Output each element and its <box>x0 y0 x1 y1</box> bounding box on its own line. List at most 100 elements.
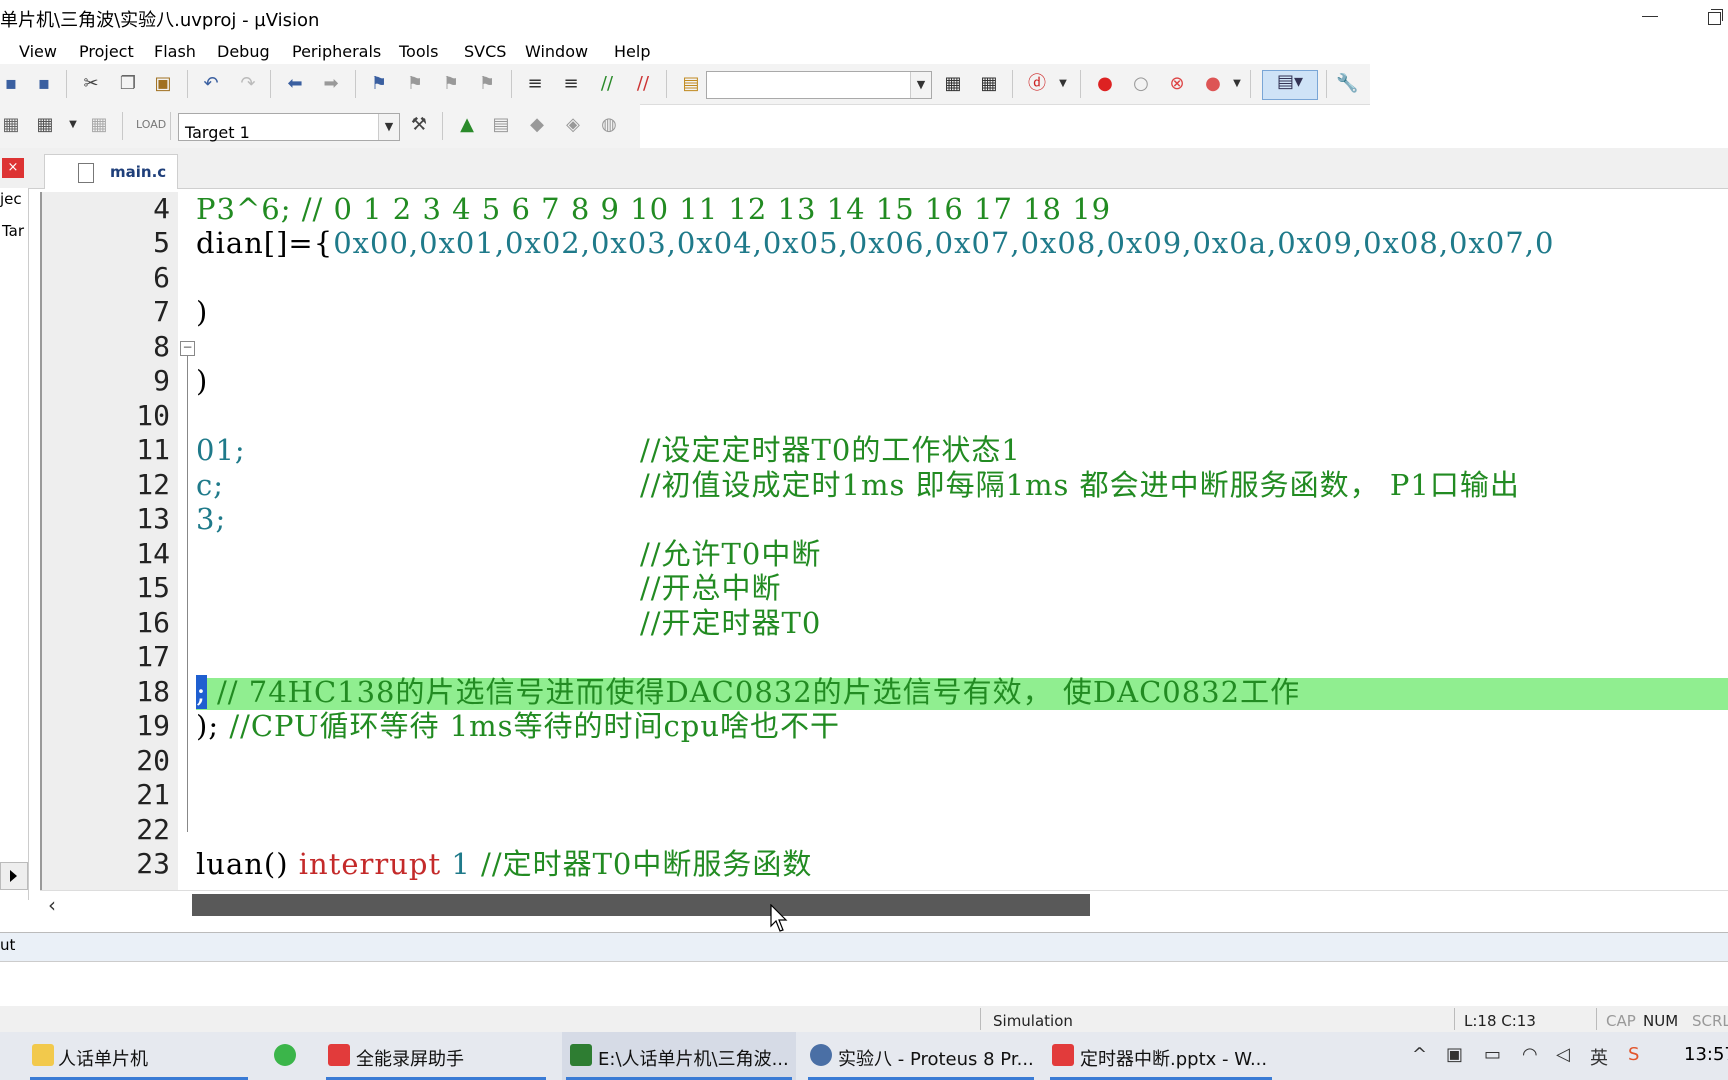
save-icon[interactable]: ▪ <box>0 73 22 95</box>
find-icon[interactable]: ▦ <box>942 73 964 95</box>
configure-icon[interactable]: 🔧 <box>1336 73 1358 95</box>
code-line-9: ) <box>196 364 209 398</box>
code-text: dian[]={ <box>196 226 334 260</box>
debug-start-icon[interactable]: ⓓ <box>1026 73 1048 95</box>
taskbar-item-folder[interactable]: 人话单片机 <box>26 1032 252 1080</box>
menu-project[interactable]: Project <box>79 42 134 61</box>
download-icon[interactable]: LOAD <box>136 114 166 136</box>
uncomment-icon[interactable]: // <box>632 73 654 95</box>
window-layout-icon[interactable]: ▤▾ <box>1262 70 1318 100</box>
line-number: 16 <box>136 606 170 639</box>
restore-button[interactable] <box>1700 2 1728 30</box>
code-comment-23: //定时器T0中断服务函数 <box>470 847 813 881</box>
breakpoint-disable-all-icon[interactable]: ⊗ <box>1166 73 1188 95</box>
chevron-down-icon[interactable]: ▼ <box>1226 73 1248 95</box>
translate-icon[interactable]: ▦ <box>0 114 22 136</box>
chevron-down-icon[interactable]: ▼ <box>910 72 931 98</box>
breakpoint-icon[interactable]: ● <box>1094 73 1116 95</box>
input-method-icon[interactable]: 英 <box>1590 1044 1608 1070</box>
incremental-find-icon[interactable]: ▦ <box>978 73 1000 95</box>
rebuild-icon[interactable]: ▦ <box>88 114 110 136</box>
paste-icon[interactable]: ▣ <box>152 73 174 95</box>
sogou-icon[interactable]: S <box>1628 1044 1639 1065</box>
status-mode: Simulation <box>993 1012 1073 1030</box>
code-line-12: c; <box>196 468 224 502</box>
line-number: 19 <box>136 709 170 742</box>
menu-flash[interactable]: Flash <box>154 42 196 61</box>
navigate-forward-icon[interactable]: ➡ <box>320 73 342 95</box>
build-toolbar: ▦ ▦ ▼ ▦ LOAD ▼ ⚒ ▲ ▤ ◆ ◈ ◍ <box>0 104 640 148</box>
target-options-icon[interactable]: ⚒ <box>408 114 430 136</box>
find-in-files-icon[interactable]: ▤ <box>680 73 702 95</box>
taskbar-item-wechat[interactable] <box>264 1032 316 1080</box>
chevron-down-icon[interactable]: ▼ <box>62 114 84 136</box>
menu-window[interactable]: Window <box>525 42 588 61</box>
line-number: 15 <box>136 571 170 604</box>
scrollbar-thumb[interactable] <box>192 894 1090 916</box>
redo-icon[interactable]: ↷ <box>237 73 259 95</box>
line-number: 18 <box>136 675 170 708</box>
code-comment-15: //开总中断 <box>640 571 782 605</box>
close-icon[interactable]: × <box>2 158 24 178</box>
minimize-button[interactable] <box>1630 2 1670 30</box>
code-number-list: 0x00,0x01,0x02,0x03,0x04,0x05,0x06,0x07,… <box>333 226 1555 260</box>
recorder-icon <box>328 1044 350 1066</box>
chevron-down-icon[interactable]: ▼ <box>378 114 399 140</box>
undo-icon[interactable]: ↶ <box>200 73 222 95</box>
bookmark-prev-icon[interactable]: ⚑ <box>404 73 426 95</box>
copy-icon[interactable]: ❐ <box>117 73 139 95</box>
taskbar-item-label: E:\人话单片机\三角波... <box>598 1049 789 1070</box>
battery-icon[interactable]: ▭ <box>1484 1044 1501 1065</box>
volume-icon[interactable]: ◁ <box>1556 1044 1570 1065</box>
line-number: 20 <box>136 744 170 777</box>
tray-expand-icon[interactable]: ^ <box>1412 1044 1427 1065</box>
build-output-header <box>0 932 1728 962</box>
code-editor[interactable] <box>40 192 1728 890</box>
navigate-back-icon[interactable]: ⬅ <box>284 73 306 95</box>
menu-debug[interactable]: Debug <box>217 42 270 61</box>
file-icon <box>78 163 94 183</box>
taskbar-item-uvision[interactable]: E:\人话单片机\三角波... <box>562 1032 796 1080</box>
tab-label: main.c <box>110 163 167 181</box>
manage-components-icon[interactable]: ▲ <box>456 114 478 136</box>
build-icon[interactable]: ▦ <box>34 114 56 136</box>
clock[interactable]: 13:57 <box>1684 1044 1728 1065</box>
pack-installer-icon[interactable]: ◍ <box>598 114 620 136</box>
code-text: luan() <box>196 847 299 881</box>
taskbar-item-recorder[interactable]: 全能录屏助手 <box>322 1032 550 1080</box>
manage-run-time-icon[interactable]: ◈ <box>562 114 584 136</box>
menu-tools[interactable]: Tools <box>399 42 438 61</box>
code-line-7: ) <box>196 295 209 329</box>
file-extensions-icon[interactable]: ▤ <box>490 114 512 136</box>
pane-scroll-right-button[interactable] <box>0 862 28 890</box>
wifi-icon[interactable]: ◠ <box>1522 1044 1538 1065</box>
line-number: 17 <box>136 640 170 673</box>
select-packs-icon[interactable]: ◆ <box>526 114 548 136</box>
fold-toggle-icon[interactable]: − <box>180 341 195 356</box>
unindent-icon[interactable]: ≡ <box>560 73 582 95</box>
code-line-13: 3; <box>196 502 226 536</box>
status-scrl: SCRL <box>1692 1012 1728 1030</box>
menu-view[interactable]: View <box>19 42 57 61</box>
save-all-icon[interactable]: ▪ <box>33 73 55 95</box>
project-tree-target[interactable]: Tar <box>2 222 24 240</box>
menu-peripherals[interactable]: Peripherals <box>292 42 381 61</box>
scroll-left-icon[interactable]: ‹ <box>48 893 56 917</box>
tray-app-icon[interactable]: ▣ <box>1446 1044 1463 1065</box>
bookmark-clear-icon[interactable]: ⚑ <box>476 73 498 95</box>
find-combo[interactable]: ▼ <box>706 71 932 99</box>
chevron-down-icon[interactable]: ▼ <box>1052 73 1074 95</box>
taskbar-item-proteus[interactable]: 实验八 - Proteus 8 Pr... <box>804 1032 1038 1080</box>
bookmark-insert-icon[interactable]: ⚑ <box>368 73 390 95</box>
taskbar-item-wps[interactable]: 定时器中断.pptx - W... <box>1046 1032 1276 1080</box>
text-cursor-selection: ; <box>196 675 207 709</box>
cut-icon[interactable]: ✂ <box>80 73 102 95</box>
breakpoint-kill-all-icon[interactable]: ● <box>1202 73 1224 95</box>
bookmark-next-icon[interactable]: ⚑ <box>440 73 462 95</box>
build-output-pane[interactable] <box>0 962 1728 1007</box>
breakpoint-disable-icon[interactable]: ○ <box>1130 73 1152 95</box>
menu-svcs[interactable]: SVCS <box>464 42 506 61</box>
comment-icon[interactable]: // <box>596 73 618 95</box>
indent-icon[interactable]: ≡ <box>524 73 546 95</box>
menu-help[interactable]: Help <box>614 42 650 61</box>
